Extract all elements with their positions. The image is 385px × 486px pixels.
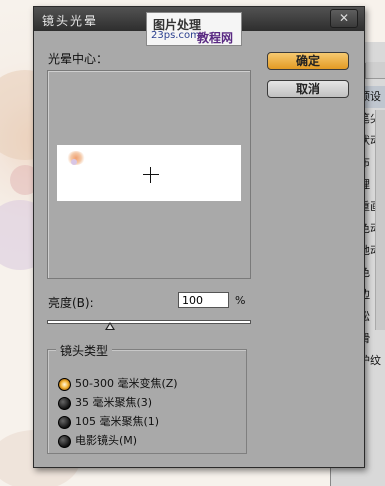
- close-button[interactable]: ✕: [330, 9, 358, 28]
- preview-image[interactable]: [57, 145, 241, 201]
- lens-option-105[interactable]: 105 毫米聚焦(1): [58, 414, 159, 430]
- dialog-title: 镜头光晕: [42, 14, 99, 28]
- flare-center-crosshair-icon[interactable]: [143, 167, 159, 183]
- lens-type-title: 镜头类型: [56, 342, 113, 359]
- brightness-slider[interactable]: [47, 320, 251, 324]
- flare-spot: [71, 159, 77, 165]
- brightness-slider-thumb[interactable]: [105, 322, 116, 330]
- lens-flare-dialog: 镜头光晕 ✕ 光晕中心： 确定 取消 亮度(B): % 镜头类型 50-300 …: [33, 6, 365, 468]
- lens-option-label: 电影镜头(M): [75, 434, 138, 447]
- radio-icon[interactable]: [58, 434, 71, 448]
- close-icon: ✕: [338, 11, 350, 25]
- flare-center-label: 光晕中心：: [48, 52, 109, 66]
- watermark: 图片处理 23ps.com 教程网: [146, 12, 242, 46]
- lens-option-label: 35 毫米聚焦(3): [75, 396, 153, 409]
- radio-icon[interactable]: [58, 396, 71, 410]
- brightness-input[interactable]: [178, 292, 229, 308]
- lens-type-group: 镜头类型 50-300 毫米变焦(Z) 35 毫米聚焦(3) 105 毫米聚焦(…: [47, 342, 247, 454]
- panel-scrollbar[interactable]: [375, 110, 385, 330]
- radio-icon[interactable]: [58, 377, 71, 391]
- lens-option-35[interactable]: 35 毫米聚焦(3): [58, 395, 152, 411]
- lens-option-label: 50-300 毫米变焦(Z): [75, 377, 178, 390]
- flare-preview: [47, 70, 251, 279]
- lens-option-50-300[interactable]: 50-300 毫米变焦(Z): [58, 376, 178, 392]
- lens-option-movie[interactable]: 电影镜头(M): [58, 433, 137, 449]
- cancel-button[interactable]: 取消: [267, 80, 349, 98]
- brightness-label: 亮度(B):: [48, 296, 94, 310]
- ok-button[interactable]: 确定: [267, 52, 349, 70]
- radio-icon[interactable]: [58, 415, 71, 429]
- watermark-text: 23ps.com: [151, 30, 200, 41]
- watermark-text: 教程网: [197, 31, 234, 45]
- lens-option-label: 105 毫米聚焦(1): [75, 415, 160, 428]
- brightness-unit: %: [235, 294, 246, 307]
